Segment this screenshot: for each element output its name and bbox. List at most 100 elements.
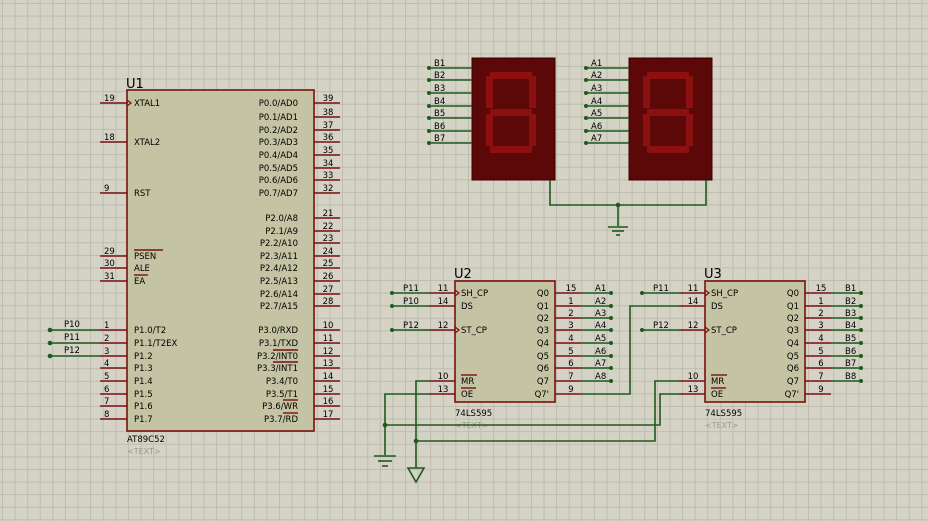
net-label: B1 <box>434 59 445 69</box>
net-label: A3 <box>591 84 602 94</box>
net-label[interactable]: P11 <box>64 333 80 343</box>
pin-number: 3 <box>104 347 109 357</box>
pin-dot <box>584 78 588 82</box>
pin-dot <box>427 66 431 70</box>
net-label: B4 <box>434 97 445 107</box>
pin-number: 34 <box>323 159 334 169</box>
pin-name: DS <box>711 302 723 312</box>
pin-dot <box>640 291 644 295</box>
net-label: B5 <box>434 109 445 119</box>
pin-number: 11 <box>323 334 334 344</box>
pin-name: Q1 <box>537 302 549 312</box>
pin-number: 37 <box>323 121 334 131</box>
pin-name: Q7 <box>537 377 549 387</box>
net-label: P12 <box>653 321 669 331</box>
pin-name: P1.7 <box>134 415 153 425</box>
chip-u2-ref: U2 <box>454 267 472 282</box>
pin-name: P3.6/WR <box>262 402 298 412</box>
net-label-text: P11 <box>64 333 80 343</box>
pin-number: 18 <box>104 133 115 143</box>
net-label: A1 <box>591 59 602 69</box>
pin-number: 8 <box>104 410 109 420</box>
chip-u1[interactable]: U1AT89C52<TEXT>19 XTAL118 XTAL29 RST29 PSEN3… <box>100 77 340 456</box>
pin-number: 14 <box>688 297 699 307</box>
pin-name: P2.0/A8 <box>265 214 298 224</box>
pin-number: 27 <box>323 285 334 295</box>
pin-name: P2.1/A9 <box>265 227 298 237</box>
pin-name: P1.3 <box>134 364 153 374</box>
pin-dot <box>584 66 588 70</box>
pin-name: P0.6/AD6 <box>259 176 298 186</box>
segment <box>490 109 532 116</box>
pin-dot <box>609 316 613 320</box>
segment <box>490 72 532 79</box>
junction-dot <box>413 438 419 444</box>
segment <box>647 72 689 79</box>
chip-u1-ref: U1 <box>126 77 144 92</box>
pin-name: P3.0/RXD <box>258 326 298 336</box>
net-label: B7 <box>434 134 445 144</box>
seven-seg-display-b[interactable]: B1 B2 B3 B4 B5 B6 B7 <box>427 57 556 181</box>
display-common-wire[interactable] <box>549 180 707 206</box>
pin-number: 2 <box>568 309 573 319</box>
pin-name: OE <box>461 390 473 400</box>
pin-number: 10 <box>323 321 334 331</box>
pin-name: Q6 <box>787 364 799 374</box>
pin-number: 12 <box>688 321 699 331</box>
pin-number: 5 <box>568 347 573 357</box>
pin-name: P1.5 <box>134 390 153 400</box>
pin-number: 6 <box>104 385 109 395</box>
net-label[interactable]: P12 <box>64 346 80 356</box>
net-label: B4 <box>845 321 856 331</box>
pin-number: 12 <box>323 347 334 357</box>
pin-dot <box>390 328 394 332</box>
segment <box>490 146 532 153</box>
pin-dot <box>640 328 644 332</box>
segment <box>643 114 650 146</box>
pin-name: SH_CP <box>711 289 738 299</box>
net-label: P11 <box>653 284 669 294</box>
pin-number: 12 <box>438 321 449 331</box>
net-label: A7 <box>595 359 606 369</box>
net-label: P11 <box>403 284 419 294</box>
pin-number: 32 <box>323 184 334 194</box>
pin-number: 1 <box>568 297 573 307</box>
pin-name: Q4 <box>537 339 549 349</box>
pin-name: OE <box>711 390 723 400</box>
pin-dot <box>427 104 431 108</box>
pin-dot <box>859 291 863 295</box>
chip-u3[interactable]: U374LS595<TEXT>11 SH_CP14 DS12 ST_CP10 MR13 O… <box>640 267 863 430</box>
segment <box>486 76 493 108</box>
pin-number: 9 <box>818 385 823 395</box>
net-label: A2 <box>591 71 602 81</box>
pin-name: XTAL1 <box>134 99 160 109</box>
pin-number: 14 <box>438 297 449 307</box>
pin-name: P3.2/INT0 <box>257 352 298 362</box>
pin-number: 1 <box>104 321 109 331</box>
pin-number: 24 <box>323 247 334 257</box>
seven-seg-display-a[interactable]: A1 A2 A3 A4 A5 A6 A7 <box>584 57 713 181</box>
pin-number: 35 <box>323 146 334 156</box>
pin-name: P3.7/RD <box>264 415 298 425</box>
pin-name: P1.6 <box>134 402 153 412</box>
pin-dot <box>584 104 588 108</box>
pin-dot <box>427 116 431 120</box>
net-label[interactable]: P10 <box>64 320 80 330</box>
pin-number: 30 <box>104 259 115 269</box>
pin-number: 36 <box>323 133 334 143</box>
pin-dot <box>584 116 588 120</box>
pin-name: P0.5/AD5 <box>259 164 298 174</box>
pin-name: PSEN <box>134 252 156 262</box>
pin-number: 13 <box>438 385 449 395</box>
pin-number: 25 <box>323 259 334 269</box>
pin-dot <box>609 304 613 308</box>
pin-name: XTAL2 <box>134 138 160 148</box>
pin-dot <box>584 141 588 145</box>
chip-u2[interactable]: U274LS595<TEXT>11 SH_CP14 DS12 ST_CP10 MR13 O… <box>390 267 613 430</box>
junction-dot <box>47 340 53 346</box>
net-label: A2 <box>595 297 606 307</box>
pin-number: 1 <box>818 297 823 307</box>
power-terminal-icon <box>406 467 426 484</box>
pin-number: 6 <box>568 359 573 369</box>
pin-number: 13 <box>688 385 699 395</box>
